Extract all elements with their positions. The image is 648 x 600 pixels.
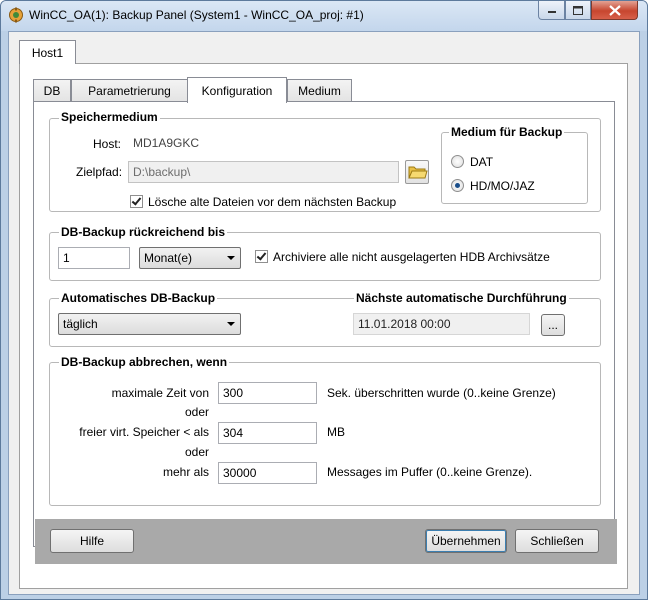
archive-hdb-label: Archiviere alle nicht ausgelagerten HDB … (273, 250, 550, 264)
next-run-browse-button[interactable]: ... (541, 314, 565, 336)
tab-konfiguration[interactable]: Konfiguration (187, 77, 287, 103)
db-rueck-amount-input[interactable]: 1 (58, 247, 130, 269)
zielpfad-field[interactable]: D:\backup\ (128, 161, 399, 183)
close-button-label: Schließen (530, 534, 584, 548)
checkmark-icon (131, 195, 142, 206)
archive-hdb-checkbox[interactable] (255, 250, 268, 263)
tab-db-label: DB (43, 84, 61, 98)
tab-parametrierung-label: Parametrierung (88, 84, 171, 98)
abort-legend: DB-Backup abbrechen, wenn (59, 355, 230, 369)
help-button-label: Hilfe (79, 534, 104, 548)
abort-messages-suffix: Messages im Puffer (0..keine Grenze). (327, 465, 533, 479)
db-rueck-legend: DB-Backup rückreichend bis (59, 225, 228, 239)
abort-messages-input[interactable]: 30000 (218, 462, 317, 484)
radio-selected-dot (455, 183, 460, 188)
help-button[interactable]: Hilfe (50, 529, 134, 553)
abort-max-time-input[interactable]: 300 (218, 382, 317, 404)
wincc-app-icon (9, 7, 23, 23)
medium-backup-group (441, 132, 588, 204)
host-label: Host: (93, 137, 122, 151)
maximize-button[interactable] (565, 1, 591, 20)
radio-hd-mo-jaz[interactable] (451, 179, 464, 192)
chevron-down-icon (227, 256, 235, 260)
tab-host1[interactable]: Host1 (19, 40, 76, 64)
abort-free-memory-input[interactable]: 304 (218, 422, 317, 444)
abort-max-time-label: maximale Zeit von (111, 386, 209, 400)
minimize-button[interactable] (538, 1, 565, 20)
abort-max-time-suffix: Sek. überschritten wurde (0..keine Grenz… (327, 386, 556, 400)
host-value: MD1A9GKC (133, 136, 200, 150)
next-run-browse-label: ... (547, 318, 558, 332)
window-title: WinCC_OA(1): Backup Panel (System1 - Win… (29, 8, 364, 22)
radio-hd-mo-jaz-label: HD/MO/JAZ (470, 179, 535, 193)
chevron-down-icon (227, 322, 235, 326)
folder-icon (408, 166, 428, 179)
maximize-icon (573, 5, 583, 15)
next-run-legend: Nächste automatische Durchführung (354, 291, 569, 305)
speichermedium-legend: Speichermedium (59, 110, 160, 124)
apply-button[interactable]: Übernehmen (425, 529, 507, 553)
title-bar[interactable]: WinCC_OA(1): Backup Panel (System1 - Win… (1, 1, 647, 31)
delete-old-files-label: Lösche alte Dateien vor dem nächsten Bac… (148, 195, 397, 209)
tab-parametrierung[interactable]: Parametrierung (71, 79, 188, 102)
auto-backup-legend: Automatisches DB-Backup (59, 291, 218, 305)
abort-free-memory-suffix: MB (327, 425, 345, 439)
db-rueck-unit-select[interactable]: Monat(e) (139, 247, 241, 269)
tab-konfiguration-label: Konfiguration (201, 83, 273, 98)
apply-button-label: Übernehmen (431, 534, 501, 548)
radio-dat[interactable] (451, 155, 464, 168)
next-run-field: 11.01.2018 00:00 (353, 313, 530, 335)
zielpfad-label: Zielpfad: (76, 165, 123, 179)
close-window-button[interactable] (591, 1, 638, 20)
close-icon (608, 4, 621, 16)
window-client-area: Host1 DB Parametrierung Konfiguration Me… (8, 31, 640, 595)
tab-medium[interactable]: Medium (287, 79, 352, 102)
backup-panel-window: WinCC_OA(1): Backup Panel (System1 - Win… (0, 0, 648, 600)
radio-dat-label: DAT (470, 155, 494, 169)
medium-backup-legend: Medium für Backup (449, 125, 565, 139)
abort-messages-label: mehr als (162, 465, 209, 479)
auto-backup-interval-value: täglich (63, 317, 98, 331)
or-label-2: oder (184, 445, 209, 459)
checkmark-icon (256, 250, 267, 261)
browse-folder-button[interactable] (405, 160, 429, 184)
delete-old-files-checkbox[interactable] (130, 195, 143, 208)
tab-host1-label: Host1 (31, 45, 64, 60)
tab-db[interactable]: DB (33, 79, 71, 102)
minimize-icon (547, 11, 556, 13)
tab-medium-label: Medium (298, 84, 341, 98)
abort-free-memory-label: freier virt. Speicher < als (79, 425, 209, 439)
auto-backup-interval-select[interactable]: täglich (58, 313, 241, 335)
db-rueck-unit-value: Monat(e) (144, 251, 193, 265)
or-label-1: oder (184, 405, 209, 419)
close-button[interactable]: Schließen (515, 529, 599, 553)
